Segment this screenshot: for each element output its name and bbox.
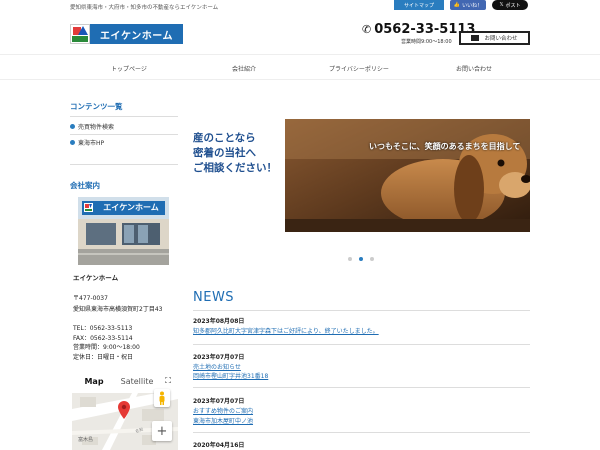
sidebar-link-property-search[interactable]: 売買物件検索 — [70, 122, 114, 131]
news-divider — [193, 310, 530, 311]
site-tagline: 愛知県東海市・大府市・知多市の不動産ならエイケンホーム — [70, 5, 219, 11]
satellite-tab[interactable]: Satellite — [116, 369, 158, 393]
divider — [70, 116, 178, 117]
bullet-dot-icon — [70, 140, 75, 145]
logo-text: エイケンホーム — [90, 24, 183, 44]
phone-icon: ✆ — [362, 23, 372, 36]
slider-dot[interactable] — [348, 257, 352, 261]
photo-sign-text: エイケンホーム — [103, 203, 159, 212]
global-nav: トップページ 会社紹介 プライバシーポリシー お問い合わせ — [0, 54, 600, 80]
news-link-sub[interactable]: 東海市加木屋町中ノ池 — [193, 416, 253, 425]
holiday: 定休日：日曜日・祝日 — [73, 354, 134, 361]
tel: TEL：0562-33-5113 — [73, 325, 133, 332]
nav-item-contact[interactable]: お問い合わせ — [456, 64, 492, 73]
contents-heading: コンテンツ一覧 — [70, 102, 123, 111]
slider-dot-active[interactable] — [359, 257, 363, 261]
nav-item-company[interactable]: 会社紹介 — [232, 64, 256, 73]
hero-left-line: 産のことなら — [193, 132, 256, 144]
postal-code: 〒477-0037 — [73, 295, 108, 302]
news-heading: NEWS — [193, 290, 235, 305]
sidebar-link-tokai-city[interactable]: 東海市HP — [70, 138, 104, 147]
contact-label: お問い合わせ — [484, 36, 518, 42]
news-link[interactable]: おすすめ物件のご案内 — [193, 406, 253, 415]
sidebar-link-label: 売買物件検索 — [78, 124, 115, 131]
post-label: ポスト — [505, 2, 521, 9]
mail-icon — [471, 35, 480, 41]
hero-left-text: 産のことなら 密着の当社へ ご相談ください！ — [193, 131, 289, 176]
thumbs-up-icon: 👍 — [453, 2, 461, 8]
google-map[interactable]: 富木島 名和 Map Satellite ⛶ + — [72, 369, 178, 450]
site-logo[interactable]: エイケンホーム — [70, 24, 183, 44]
slider-dot[interactable] — [370, 257, 374, 261]
address: 愛知県東海市高横須賀町2丁目43 — [73, 306, 163, 313]
map-pin-icon — [118, 401, 130, 423]
slider-dots — [348, 257, 374, 261]
news-divider — [193, 387, 530, 388]
hero-banner: 産のことなら 密着の当社へ ご相談ください！ いつもそこに、笑顔のあるまちを目指… — [193, 119, 530, 232]
news-date: 2023年08月08日 — [193, 318, 245, 325]
like-label: いいね！ — [462, 2, 483, 9]
zoom-in-icon[interactable]: + — [152, 421, 172, 441]
news-link[interactable]: 知多郡阿久比町大字宮津字森下はご好評により、終了いたしました。 — [193, 326, 379, 335]
facebook-like-button[interactable]: 👍 いいね！ — [450, 0, 486, 10]
nav-item-privacy[interactable]: プライバシーポリシー — [329, 64, 389, 73]
hero-right-text: いつもそこに、笑顔のあるまちを目指して — [369, 142, 521, 151]
news-divider — [193, 432, 530, 433]
news-date: 2023年07月07日 — [193, 398, 245, 405]
news-link[interactable]: 売土地のお知らせ — [193, 362, 241, 371]
sitemap-button[interactable]: サイトマップ — [394, 0, 444, 10]
logo-mark-icon — [70, 24, 90, 44]
x-logo-icon: 𝕏 — [499, 2, 504, 8]
news-date: 2023年07月07日 — [193, 354, 245, 361]
hero-left-line: 密着の当社へ — [193, 147, 256, 159]
divider — [70, 134, 178, 135]
nav-item-top[interactable]: トップページ — [111, 64, 147, 73]
sidebar-link-label: 東海市HP — [78, 140, 105, 147]
hero-left-line: ご相談ください！ — [193, 162, 277, 174]
business-hours-header: 営業時間9:00～18:00 — [401, 39, 452, 45]
x-post-button[interactable]: 𝕏 ポスト — [492, 0, 528, 10]
news-divider — [193, 344, 530, 345]
company-name: エイケンホーム — [73, 274, 119, 282]
svg-text:富木島: 富木島 — [78, 436, 93, 443]
contact-button[interactable]: お問い合わせ — [459, 31, 530, 45]
company-heading: 会社案内 — [70, 181, 100, 190]
business-hours: 営業時間：9:00～18:00 — [73, 344, 140, 351]
news-date: 2020年04月16日 — [193, 442, 245, 449]
map-tab[interactable]: Map — [72, 369, 116, 393]
fax: FAX：0562-33-5114 — [73, 335, 133, 342]
news-link-sub[interactable]: 岡崎市樫山町字井池31番18 — [193, 371, 268, 380]
office-photo: エイケンホーム — [78, 197, 169, 265]
divider — [70, 164, 178, 165]
top-buttons: サイトマップ 👍 いいね！ 𝕏 ポスト — [394, 0, 528, 10]
pegman-icon[interactable] — [154, 389, 170, 407]
bullet-dot-icon — [70, 124, 75, 129]
